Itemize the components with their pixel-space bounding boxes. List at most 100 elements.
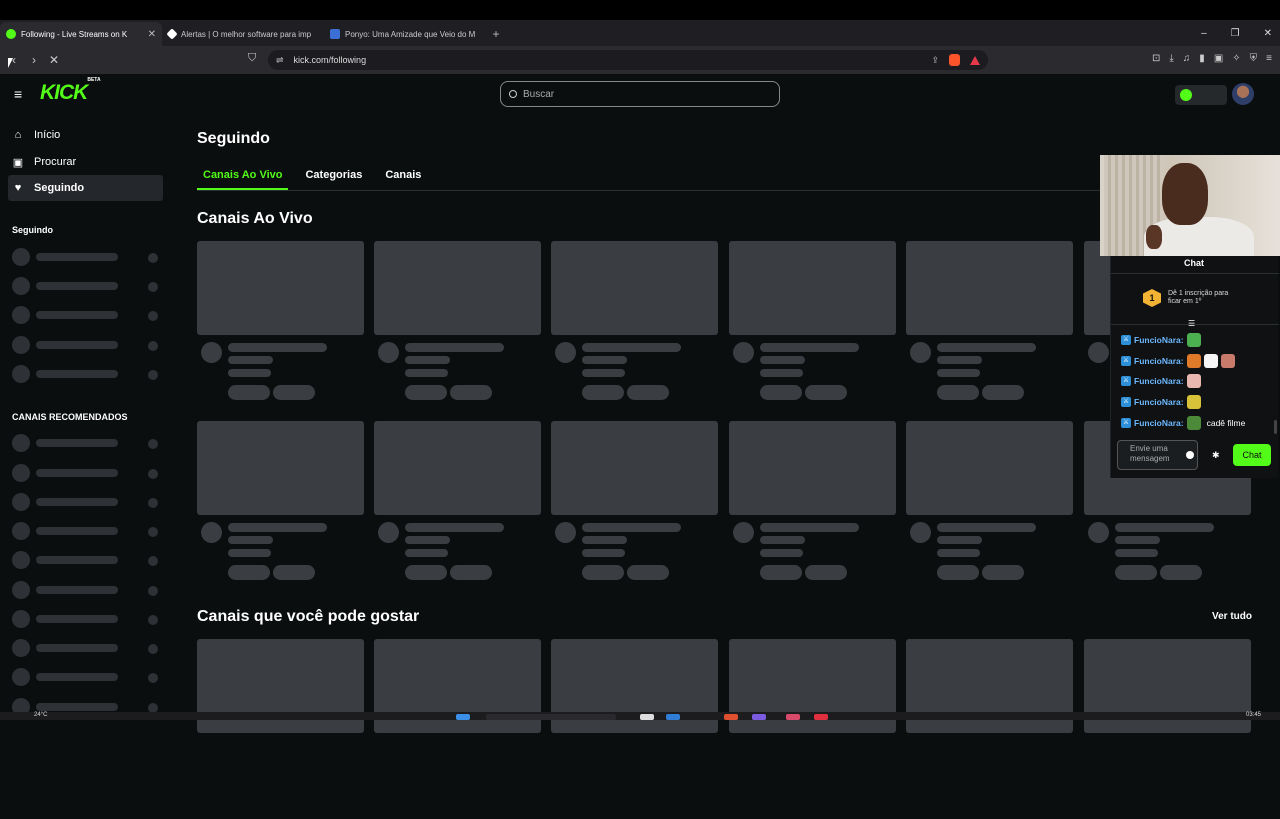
hamburger-menu-icon[interactable]: ≡ [14,86,22,102]
page-title: Seguindo [197,130,270,147]
tab-canais[interactable]: Canais [379,166,427,190]
browser-tab-alertas[interactable]: Alertas | O melhor software para imp [162,22,324,46]
sidebar-item-label: Início [34,129,61,141]
channel-card-skeleton [551,639,718,819]
see-all-link[interactable]: Ver tudo [1212,611,1252,622]
weather-readout[interactable]: 24°C [34,712,47,718]
url-text[interactable]: kick.com/following [294,55,367,65]
moderator-badge-icon: ⚔ [1121,335,1131,345]
chat-message[interactable]: ⚔ FuncioNara: [1121,332,1201,348]
channel-card-skeleton [197,241,364,421]
chat-scrollbar[interactable] [1274,420,1277,434]
chat-message-input[interactable]: Envie uma mensagem [1117,440,1198,470]
task-view-icon[interactable] [640,714,654,720]
channel-card-skeleton [374,241,541,421]
sidebar-channel-skeleton [12,493,162,511]
emote-icon [1186,415,1201,430]
clock-readout[interactable]: 03:45 [1246,712,1261,718]
chat-settings-icon[interactable]: ✱ [1212,450,1220,461]
tab-title: Ponyo: Uma Amizade que Veio do M [345,29,476,39]
extension-indicator[interactable] [1175,85,1227,105]
toolbar-icons: ⊡ ⤓ ♫ ▮ ▣ ✧ ⛨ ≡ [1152,53,1272,64]
chat-username[interactable]: FuncioNara: [1134,335,1184,345]
user-avatar[interactable] [1232,83,1254,105]
kick-favicon-icon [6,29,16,39]
forward-icon[interactable]: › [24,53,44,67]
restore-icon[interactable]: ❐ [1231,28,1240,39]
extensions-icon[interactable]: ✧ [1232,53,1240,64]
chat-message[interactable]: ⚔ FuncioNara: [1121,394,1201,410]
sub-goal-text[interactable]: Dê 1 inscrição para ficar em 1º [1168,290,1238,306]
tab-title: Following - Live Streams on K [21,29,128,39]
tab-categorias[interactable]: Categorias [299,166,368,190]
download-icon[interactable]: ⤓ [1169,53,1173,64]
sidebar-channel-skeleton [12,522,162,540]
bookmark-icon[interactable]: ⛉ [248,52,256,65]
channel-card-skeleton [729,241,896,421]
emote-icon [1186,353,1201,368]
app-icon[interactable] [752,714,766,720]
browser-tab-kick[interactable]: Following - Live Streams on K ✕ [0,22,162,46]
chat-send-button[interactable]: Chat [1233,444,1271,466]
new-tab-button[interactable]: + [486,22,506,46]
address-bar[interactable]: ⇌ kick.com/following ⇪ [268,50,988,70]
sidebar-item-procurar[interactable]: ▣ Procurar [8,149,163,175]
wallet-icon[interactable]: ▣ [1214,53,1223,64]
vpn-icon[interactable]: ⛨ [1250,53,1258,64]
stop-loading-icon[interactable]: ✕ [44,53,64,67]
menu-icon[interactable]: ≡ [1266,53,1272,64]
chat-username[interactable]: FuncioNara: [1134,376,1184,386]
chat-input-placeholder: Envie uma mensagem [1130,444,1170,463]
app-icon[interactable] [814,714,828,720]
sub-rank-badge: 1 [1143,289,1161,307]
chat-message[interactable]: ⚔ FuncioNara: [1121,373,1201,389]
channel-card-skeleton [729,639,896,819]
sidebar-toggle-icon[interactable]: ▮ [1199,53,1205,64]
sidebar-item-inicio[interactable]: ⌂ Início [8,122,163,148]
chat-username[interactable]: FuncioNara: [1134,397,1184,407]
chat-title: Chat [1184,258,1204,268]
channel-card-skeleton [729,421,896,601]
sidebar-channel-skeleton [12,610,162,628]
following-heading: Seguindo [12,225,53,235]
moderator-badge-icon: ⚔ [1121,397,1131,408]
emoji-icon[interactable] [1186,451,1194,459]
chat-username[interactable]: FuncioNara: [1134,418,1184,428]
window-controls: – ❐ ✕ [1201,20,1272,46]
chat-username[interactable]: FuncioNara: [1134,356,1184,366]
tab-canais-ao-vivo[interactable]: Canais Ao Vivo [197,166,289,190]
brave-shields-icon[interactable] [949,54,960,66]
ponyo-favicon-icon [330,29,340,39]
close-window-icon[interactable]: ✕ [1264,28,1272,39]
recommended-heading: CANAIS RECOMENDADOS [12,412,128,422]
search-icon [509,90,517,98]
media-icon[interactable]: ♫ [1183,53,1191,64]
brave-taskbar-icon[interactable] [724,714,738,720]
site-settings-icon[interactable]: ⇌ [276,55,284,66]
chat-message[interactable]: ⚔ FuncioNara: cadê filme [1121,415,1245,431]
back-icon[interactable]: ‹ [4,53,24,67]
emote-icon [1220,353,1235,368]
edge-icon[interactable] [666,714,680,720]
sidebar-channel-skeleton [12,277,162,295]
heart-icon: ♥ [14,182,22,194]
taskbar-search-box[interactable] [486,714,616,720]
minimize-icon[interactable]: – [1201,28,1207,39]
tab-title: Alertas | O melhor software para imp [181,29,312,39]
moderator-badge-icon: ⚔ [1121,355,1131,366]
start-icon[interactable] [456,714,470,720]
channel-card-skeleton [197,639,364,819]
browser-tab-ponyo[interactable]: Ponyo: Uma Amizade que Veio do M [324,22,486,46]
chat-message[interactable]: ⚔ FuncioNara: [1121,353,1235,369]
kick-logo[interactable]: KICKBETA [40,77,101,105]
brave-rewards-icon[interactable] [970,55,980,65]
search-input[interactable]: Buscar [500,81,780,107]
emote-icon [1203,353,1218,368]
close-tab-icon[interactable]: ✕ [148,29,156,40]
sidebar-item-seguindo[interactable]: ♥ Seguindo [8,175,163,201]
screenshot-icon[interactable]: ⊡ [1152,53,1160,64]
os-taskbar: 24°C 03:45 [0,712,1280,720]
channel-card-skeleton [374,639,541,819]
app-icon[interactable] [786,714,800,720]
share-icon[interactable]: ⇪ [931,55,939,66]
